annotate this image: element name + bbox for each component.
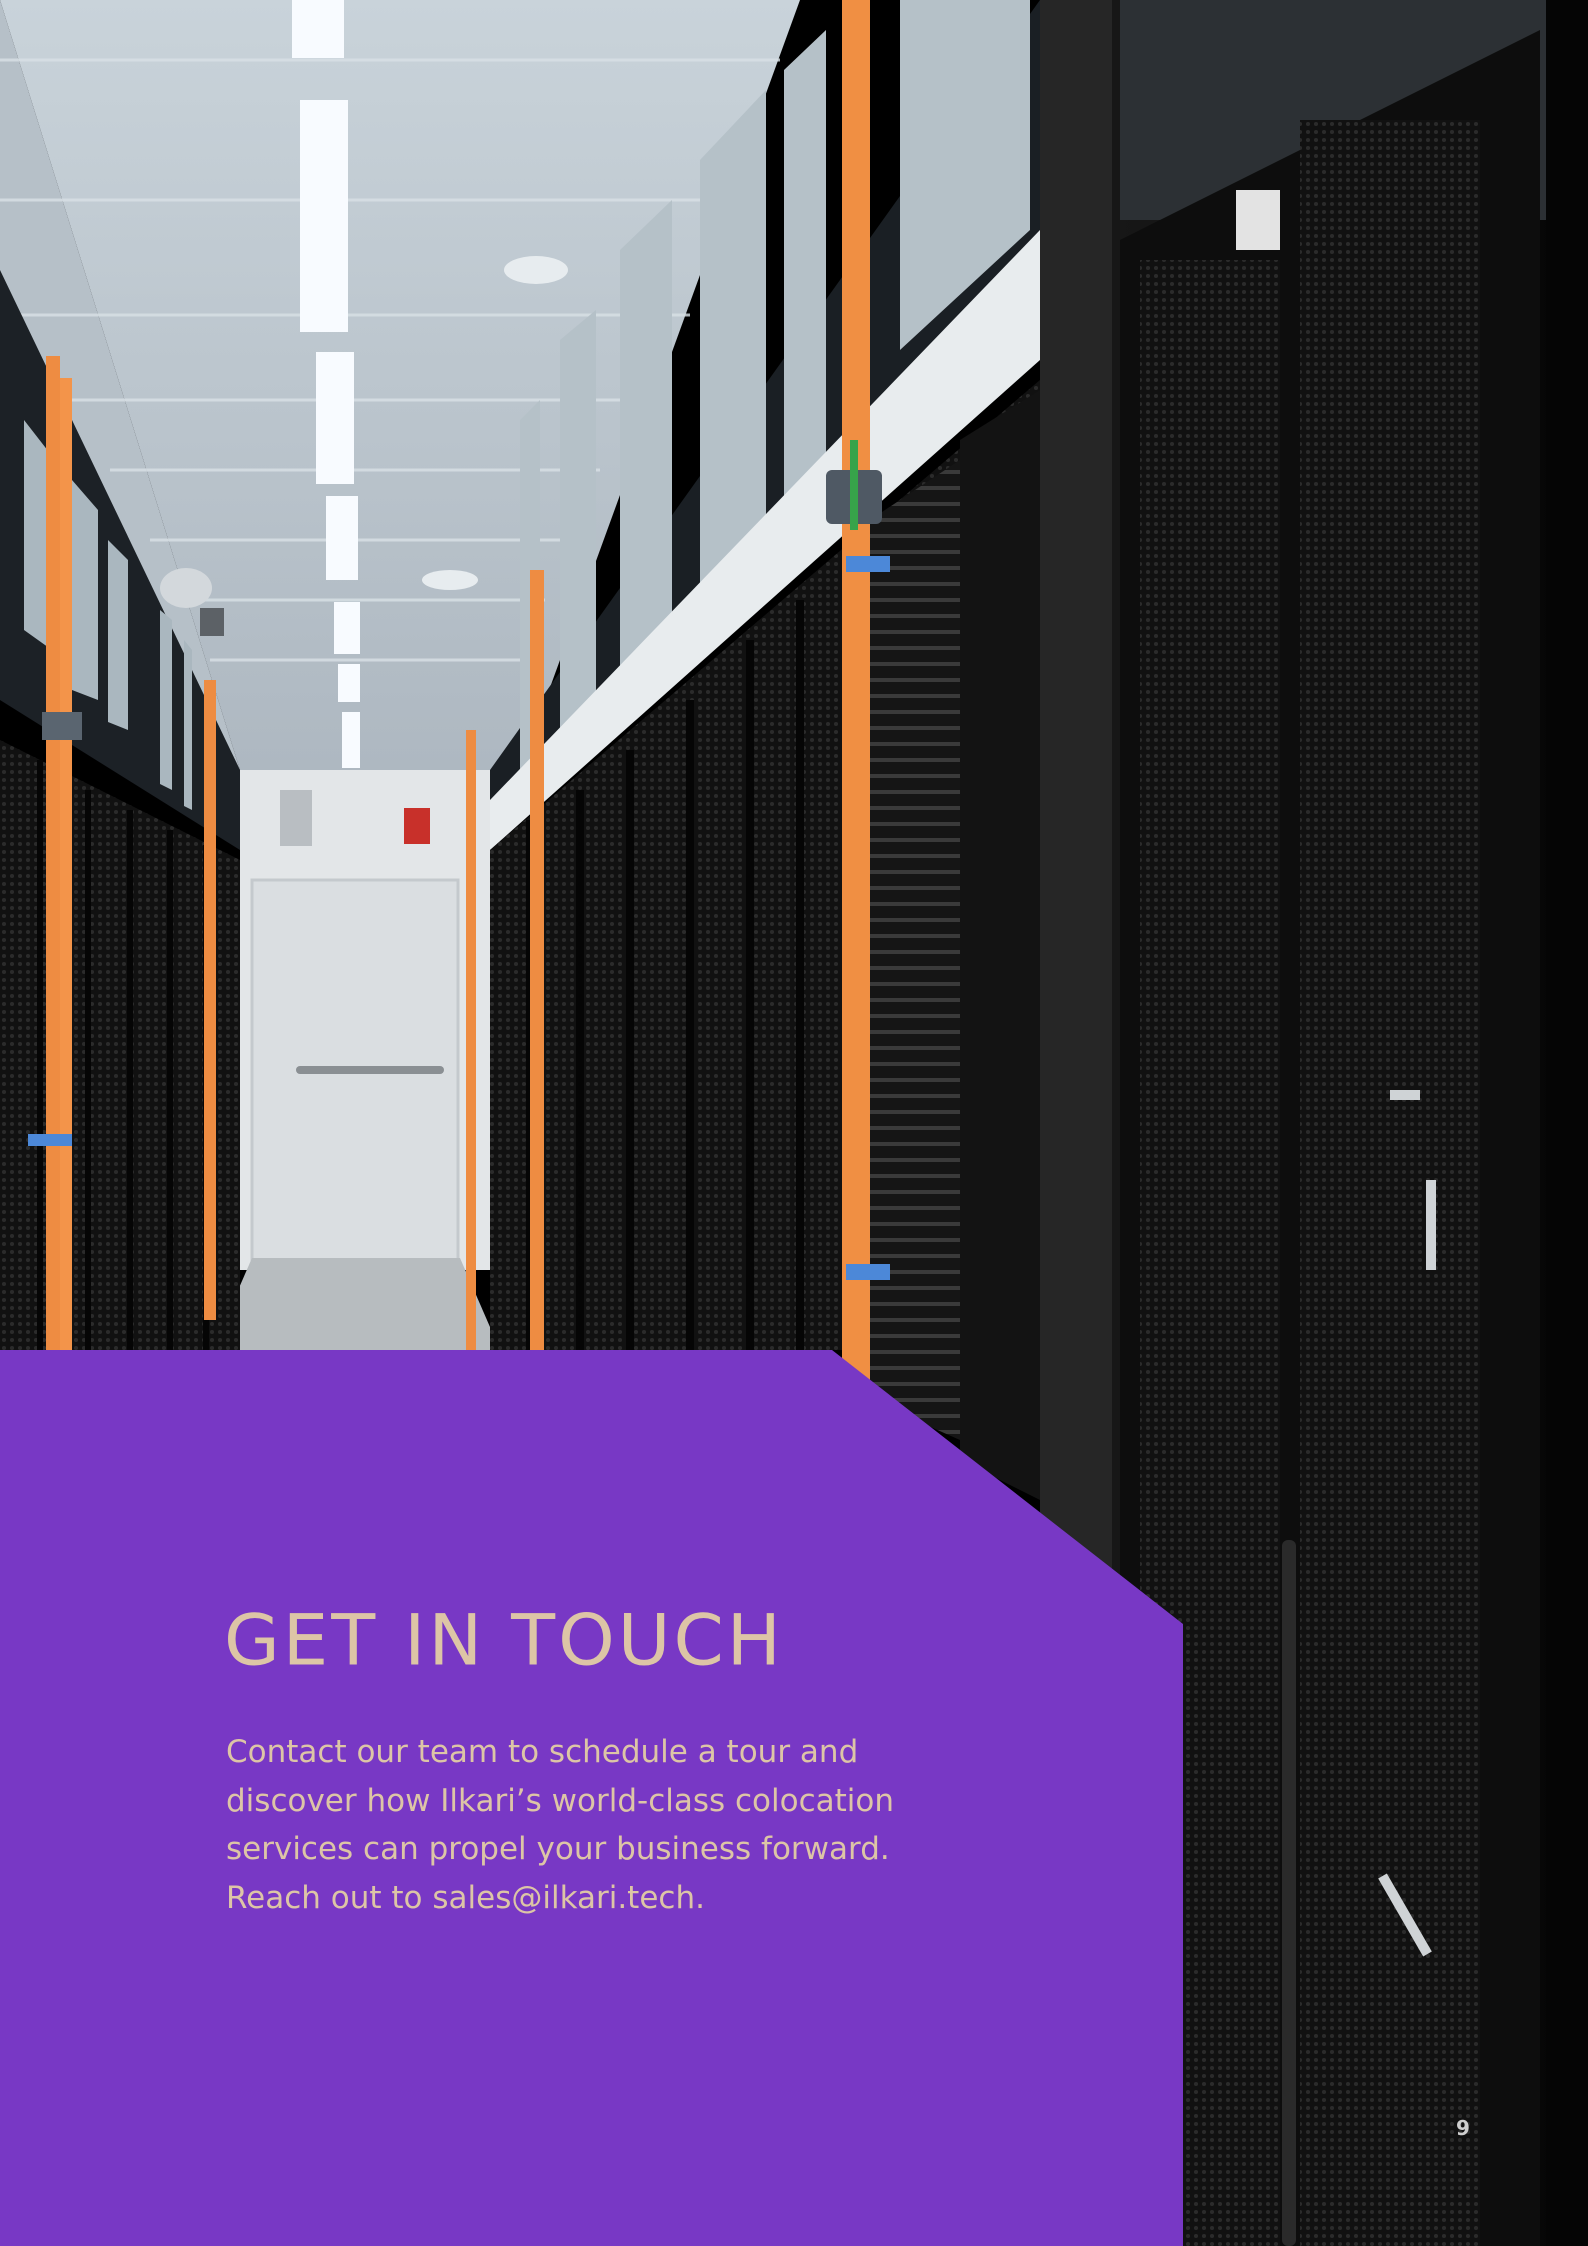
brochure-page: GET IN TOUCH Contact our team to schedul… — [0, 0, 1588, 2246]
section-heading: GET IN TOUCH — [224, 1598, 784, 1682]
contact-paragraph: Contact our team to schedule a tour and … — [226, 1734, 895, 1916]
page-number: 9 — [1456, 2116, 1470, 2140]
